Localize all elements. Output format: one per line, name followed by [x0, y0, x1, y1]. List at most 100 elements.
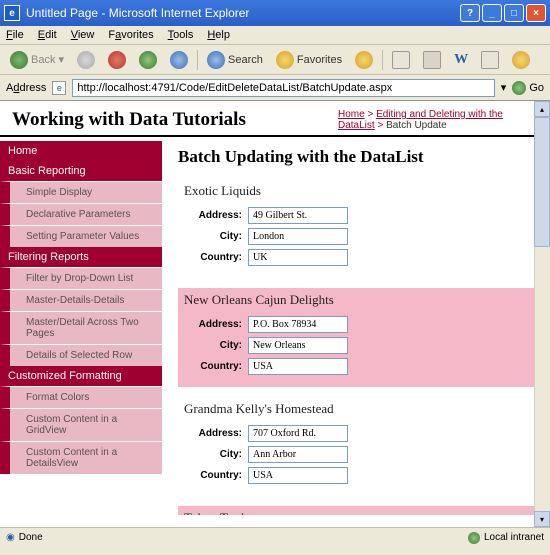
scrollbar-track[interactable]: ▴ ▾: [534, 101, 550, 527]
minimize-button[interactable]: _: [482, 4, 502, 22]
sidebar-item[interactable]: Master/Detail Across Two Pages: [0, 311, 162, 344]
window-title: Untitled Page - Microsoft Internet Explo…: [26, 6, 460, 20]
history-icon: [355, 51, 373, 69]
sidebar: Home Basic Reporting Simple Display Decl…: [0, 137, 162, 515]
ie-icon: e: [4, 5, 20, 21]
site-title: Working with Data Tutorials: [12, 109, 246, 131]
home-icon: [170, 51, 188, 69]
refresh-button[interactable]: [135, 49, 161, 71]
city-input[interactable]: [248, 228, 348, 245]
crumb-home[interactable]: Home: [338, 109, 365, 120]
sidebar-home[interactable]: Home: [0, 141, 162, 161]
address-label: Address: [6, 82, 46, 94]
address-label: Address:: [184, 319, 248, 330]
sidebar-item[interactable]: Custom Content in a DetailsView: [0, 441, 162, 474]
sidebar-item[interactable]: Filter by Drop-Down List: [0, 267, 162, 289]
back-button[interactable]: Back ▾: [6, 49, 68, 71]
favorites-button[interactable]: Favorites: [272, 49, 346, 71]
sidebar-item[interactable]: Custom Content in a GridView: [0, 408, 162, 441]
security-zone: Local intranet: [468, 532, 544, 544]
sidebar-item[interactable]: Simple Display: [0, 181, 162, 203]
refresh-icon: [139, 51, 157, 69]
sidebar-item[interactable]: Master-Details-Details: [0, 289, 162, 311]
print-button[interactable]: [419, 49, 445, 71]
sidebar-section-formatting[interactable]: Customized Formatting: [0, 366, 162, 386]
help-button[interactable]: ?: [460, 4, 480, 22]
word-icon: W: [454, 52, 468, 68]
city-input[interactable]: [248, 446, 348, 463]
separator: [197, 50, 198, 70]
crumb-current: Batch Update: [386, 120, 447, 131]
menu-favorites[interactable]: Favorites: [108, 29, 153, 41]
city-label: City:: [184, 340, 248, 351]
discuss-button[interactable]: [477, 49, 503, 71]
address-label: Address:: [184, 210, 248, 221]
toolbar: Back ▾ Search Favorites W: [0, 45, 550, 75]
address-input[interactable]: [248, 316, 348, 333]
page-heading: Batch Updating with the DataList: [178, 147, 534, 167]
country-label: Country:: [184, 470, 248, 481]
star-icon: [276, 51, 294, 69]
window-titlebar: e Untitled Page - Microsoft Internet Exp…: [0, 0, 550, 26]
supplier-block: Tokyo TradersAddress:City:Country:: [178, 506, 534, 515]
address-dropdown[interactable]: ▾: [501, 81, 507, 94]
city-label: City:: [184, 449, 248, 460]
done-icon: ◉: [6, 532, 15, 543]
sidebar-item[interactable]: Format Colors: [0, 386, 162, 408]
scroll-down-icon[interactable]: ▾: [534, 511, 550, 527]
separator: [382, 50, 383, 70]
print-icon: [423, 51, 441, 69]
menu-help[interactable]: Help: [207, 29, 230, 41]
country-label: Country:: [184, 252, 248, 263]
sidebar-item[interactable]: Details of Selected Row: [0, 344, 162, 366]
research-button[interactable]: [508, 49, 534, 71]
stop-icon: [108, 51, 126, 69]
mail-button[interactable]: [388, 49, 414, 71]
address-input[interactable]: [72, 79, 494, 97]
edit-button[interactable]: W: [450, 50, 472, 70]
stop-button[interactable]: [104, 49, 130, 71]
statusbar: ◉Done Local intranet: [0, 527, 550, 547]
forward-icon: [77, 51, 95, 69]
close-button[interactable]: ×: [526, 4, 546, 22]
page-icon: e: [52, 81, 66, 95]
country-input[interactable]: [248, 358, 348, 375]
back-icon: [10, 51, 28, 69]
address-bar: Address e ▾ Go: [0, 75, 550, 101]
supplier-name: Tokyo Traders: [184, 510, 528, 515]
main-content: Batch Updating with the DataList Exotic …: [162, 137, 550, 515]
supplier-name: Grandma Kelly's Homestead: [184, 401, 528, 417]
research-icon: [512, 51, 530, 69]
menu-edit[interactable]: Edit: [38, 29, 57, 41]
city-input[interactable]: [248, 337, 348, 354]
address-input[interactable]: [248, 207, 348, 224]
supplier-block: Exotic LiquidsAddress:City:Country:: [178, 179, 534, 278]
menubar: File Edit View Favorites Tools Help: [0, 26, 550, 45]
search-button[interactable]: Search: [203, 49, 267, 71]
page-header: Working with Data Tutorials Home > Editi…: [0, 101, 550, 137]
scrollbar-thumb[interactable]: [534, 117, 550, 247]
search-icon: [207, 51, 225, 69]
sidebar-item[interactable]: Declarative Parameters: [0, 203, 162, 225]
go-button[interactable]: Go: [512, 81, 544, 95]
supplier-block: Grandma Kelly's Homestead Address: City: Co…: [178, 397, 534, 496]
history-button[interactable]: [351, 49, 377, 71]
status-text: ◉Done: [6, 532, 43, 543]
sidebar-item[interactable]: Setting Parameter Values: [0, 225, 162, 247]
menu-file[interactable]: File: [6, 29, 24, 41]
scroll-up-icon[interactable]: ▴: [534, 101, 550, 117]
home-button[interactable]: [166, 49, 192, 71]
sidebar-section-filtering[interactable]: Filtering Reports: [0, 247, 162, 267]
supplier-name: New Orleans Cajun Delights: [184, 292, 528, 308]
maximize-button[interactable]: □: [504, 4, 524, 22]
country-input[interactable]: [248, 249, 348, 266]
go-icon: [512, 81, 526, 95]
menu-tools[interactable]: Tools: [168, 29, 194, 41]
address-input[interactable]: [248, 425, 348, 442]
sidebar-section-basic[interactable]: Basic Reporting: [0, 161, 162, 181]
menu-view[interactable]: View: [71, 29, 95, 41]
country-input[interactable]: [248, 467, 348, 484]
mail-icon: [392, 51, 410, 69]
supplier-block: New Orleans Cajun DelightsAddress:City:C…: [178, 288, 534, 387]
address-label: Address:: [184, 428, 248, 439]
